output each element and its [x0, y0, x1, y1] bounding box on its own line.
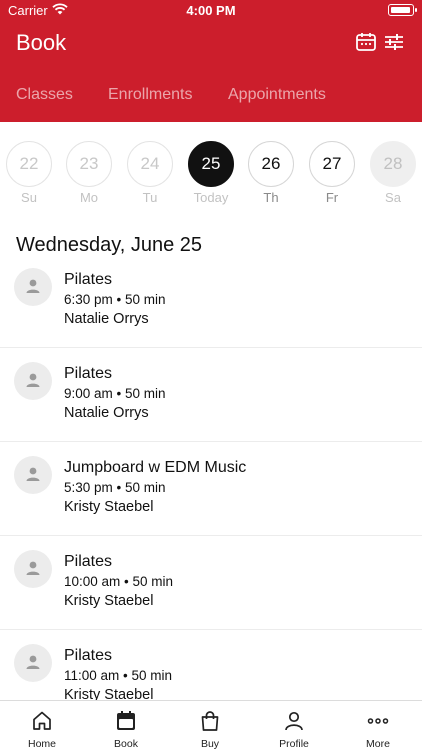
tabbar-label: Home	[27, 738, 56, 750]
day-label: Sa	[385, 190, 401, 205]
tabbar-more[interactable]: More	[336, 701, 420, 750]
tab-enrollments[interactable]: Enrollments	[108, 86, 192, 104]
day-number: 22	[6, 141, 52, 187]
day-24[interactable]: 24 Tu	[127, 141, 175, 205]
instructor-name: Natalie Orrys	[64, 311, 149, 327]
person-placeholder-icon	[26, 655, 40, 669]
day-label: Su	[21, 190, 37, 205]
filter-sliders-icon[interactable]	[382, 30, 406, 54]
day-number: 24	[127, 141, 173, 187]
instructor-avatar	[14, 644, 52, 682]
tabbar-label: More	[366, 738, 390, 750]
shopping-bag-icon	[201, 711, 219, 731]
day-number: 28	[370, 141, 416, 187]
class-name: Jumpboard w EDM Music	[64, 459, 247, 476]
person-icon	[285, 711, 303, 731]
class-row[interactable]: Pilates 6:30 pm • 50 min Natalie Orrys	[0, 254, 422, 348]
tabbar-label: Profile	[279, 738, 309, 750]
class-time: 11:00 am • 50 min	[64, 668, 173, 683]
tabbar-buy[interactable]: Buy	[168, 701, 252, 750]
instructor-name: Kristy Staebel	[64, 499, 154, 515]
class-row[interactable]: Pilates 11:00 am • 50 min Kristy Staebel	[0, 630, 422, 700]
person-placeholder-icon	[26, 373, 40, 387]
home-icon	[33, 711, 51, 730]
class-time: 6:30 pm • 50 min	[64, 292, 166, 307]
person-placeholder-icon	[26, 561, 40, 575]
page-title: Book	[16, 30, 67, 55]
day-label: Mo	[79, 190, 99, 205]
status-bar: Carrier 4:00 PM	[0, 0, 422, 20]
segment-tabs: Classes Enrollments Appointments	[0, 86, 422, 108]
day-label: Fr	[325, 190, 339, 205]
class-row[interactable]: Pilates 9:00 am • 50 min Natalie Orrys	[0, 348, 422, 442]
tabbar-label: Book	[114, 738, 138, 750]
person-placeholder-icon	[26, 467, 40, 481]
calendar-icon[interactable]	[354, 30, 378, 54]
class-name: Pilates	[64, 553, 113, 570]
header: Carrier 4:00 PM Book Classes Enrollments…	[0, 0, 422, 122]
day-23[interactable]: 23 Mo	[66, 141, 114, 205]
instructor-name: Kristy Staebel	[64, 687, 154, 700]
week-day-picker: 22 Su 23 Mo 24 Tu 25 Today 26 Th 27 Fr 2…	[0, 122, 422, 208]
status-time: 4:00 PM	[186, 3, 236, 18]
day-28[interactable]: 28 Sa	[370, 141, 418, 205]
day-27[interactable]: 27 Fr	[309, 141, 357, 205]
instructor-avatar	[14, 550, 52, 588]
person-placeholder-icon	[26, 279, 40, 293]
instructor-avatar	[14, 362, 52, 400]
class-time: 9:00 am • 50 min	[64, 386, 166, 401]
day-label: Tu	[142, 190, 158, 205]
day-number: 27	[309, 141, 355, 187]
instructor-avatar	[14, 456, 52, 494]
instructor-avatar	[14, 268, 52, 306]
bottom-tab-bar: Home Book Buy Profile More	[0, 700, 422, 750]
instructor-name: Natalie Orrys	[64, 405, 149, 421]
class-list: Pilates 6:30 pm • 50 min Natalie Orrys P…	[0, 254, 422, 700]
day-number: 26	[248, 141, 294, 187]
tabbar-profile[interactable]: Profile	[252, 701, 336, 750]
day-number: 23	[66, 141, 112, 187]
day-label: Th	[263, 190, 279, 205]
day-25-today[interactable]: 25 Today	[188, 141, 236, 205]
calendar-icon	[117, 711, 135, 730]
class-time: 5:30 pm • 50 min	[64, 480, 166, 495]
day-label: Today	[193, 190, 229, 205]
class-row[interactable]: Pilates 10:00 am • 50 min Kristy Staebel	[0, 536, 422, 630]
class-name: Pilates	[64, 647, 113, 664]
class-name: Pilates	[64, 365, 113, 382]
tab-classes[interactable]: Classes	[16, 86, 73, 104]
tab-appointments[interactable]: Appointments	[228, 86, 326, 104]
tabbar-book[interactable]: Book	[84, 701, 168, 750]
instructor-name: Kristy Staebel	[64, 593, 154, 609]
tabbar-home[interactable]: Home	[0, 701, 84, 750]
class-name: Pilates	[64, 271, 113, 288]
day-number: 25	[188, 141, 234, 187]
day-26[interactable]: 26 Th	[248, 141, 296, 205]
tabbar-label: Buy	[200, 738, 220, 750]
battery-icon	[388, 4, 417, 16]
class-row[interactable]: Jumpboard w EDM Music 5:30 pm • 50 min K…	[0, 442, 422, 536]
more-dots-icon	[367, 718, 389, 724]
class-time: 10:00 am • 50 min	[64, 574, 174, 589]
day-22[interactable]: 22 Su	[6, 141, 54, 205]
